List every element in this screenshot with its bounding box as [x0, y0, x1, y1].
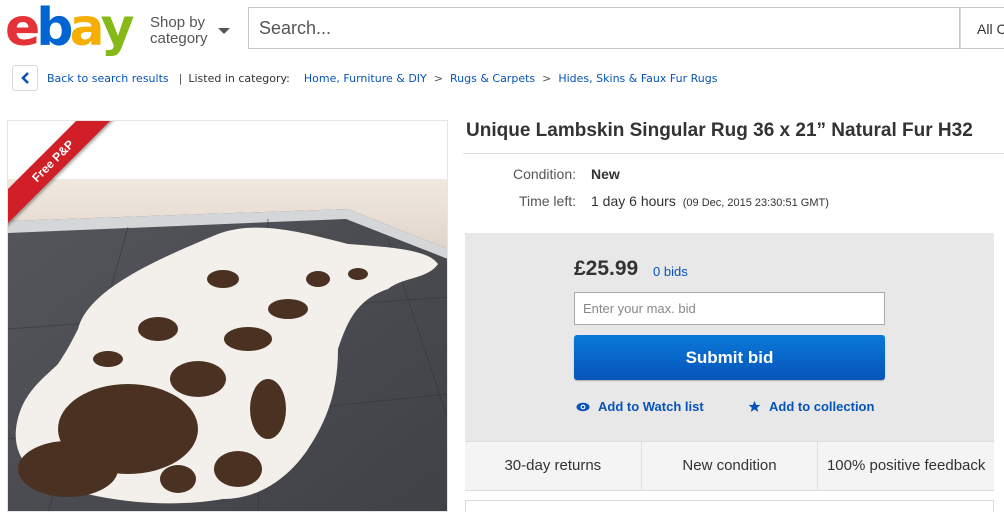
breadcrumb-separator: >	[433, 71, 443, 85]
bid-count-link[interactable]: 0 bids	[653, 264, 688, 279]
logo-letter-b: b	[36, 0, 73, 58]
time-left-value: 1 day 6 hours	[591, 193, 676, 209]
ebay-logo[interactable]: e b a y	[5, 0, 135, 58]
condition-label: Condition:	[512, 166, 576, 182]
breadcrumb-hides-skins[interactable]: Hides, Skins & Faux Fur Rugs	[558, 72, 717, 85]
breadcrumb-home-furniture-diy[interactable]: Home, Furniture & DIY	[304, 72, 427, 85]
logo-letter-y: y	[100, 0, 135, 58]
breadcrumb-rugs-carpets[interactable]: Rugs & Carpets	[450, 72, 535, 85]
category-select[interactable]: All Categories	[960, 7, 1004, 49]
add-to-watch-list-link[interactable]: Add to Watch list	[576, 399, 704, 414]
back-button[interactable]	[12, 65, 38, 91]
max-bid-input[interactable]	[574, 292, 885, 325]
star-icon	[748, 400, 761, 412]
next-panel-edge	[465, 500, 994, 512]
current-price: £25.99	[574, 257, 639, 280]
logo-letter-a: a	[69, 0, 105, 58]
collection-label: Add to collection	[769, 399, 875, 414]
watch-list-label: Add to Watch list	[598, 399, 704, 414]
end-date: (09 Dec, 2015 23:30:51 GMT)	[682, 197, 829, 209]
shop-by-line2: category	[150, 30, 208, 47]
trust-bar: 30-day returns New condition 100% positi…	[465, 441, 994, 491]
returns-badge: 30-day returns	[465, 442, 642, 490]
condition-value: New	[591, 166, 620, 182]
search-input[interactable]	[248, 7, 960, 49]
site-header: e b a y Shop by category All Categories	[0, 0, 1004, 58]
eye-icon	[576, 402, 590, 411]
logo-letter-e: e	[5, 0, 40, 58]
add-to-collection-link[interactable]: Add to collection	[748, 399, 874, 414]
breadcrumb-separator: >	[542, 71, 552, 85]
listed-in-label: Listed in category:	[188, 71, 290, 85]
feedback-badge: 100% positive feedback	[826, 457, 986, 474]
breadcrumb-divider: |	[178, 71, 183, 85]
shop-by-category-button[interactable]: Shop by category	[150, 14, 230, 47]
listing-title: Unique Lambskin Singular Rug 36 x 21” Na…	[466, 120, 973, 141]
time-left-label: Time left:	[518, 193, 576, 209]
breadcrumb: Back to search results | Listed in categ…	[12, 65, 717, 91]
bid-box: £25.99 0 bids Submit bid Add to Watch li…	[465, 233, 994, 441]
caret-down-icon	[218, 28, 230, 34]
title-divider	[463, 153, 1004, 154]
back-to-search-link[interactable]: Back to search results	[47, 72, 169, 85]
chevron-left-icon	[21, 72, 29, 84]
shop-by-line1: Shop by	[150, 14, 206, 31]
time-left-value-group: 1 day 6 hours (09 Dec, 2015 23:30:51 GMT…	[591, 193, 829, 209]
item-image-panel[interactable]: Free P&P	[7, 120, 448, 512]
condition-badge: New condition	[642, 442, 819, 490]
submit-bid-button[interactable]: Submit bid	[574, 335, 885, 380]
item-photo[interactable]	[8, 179, 448, 512]
